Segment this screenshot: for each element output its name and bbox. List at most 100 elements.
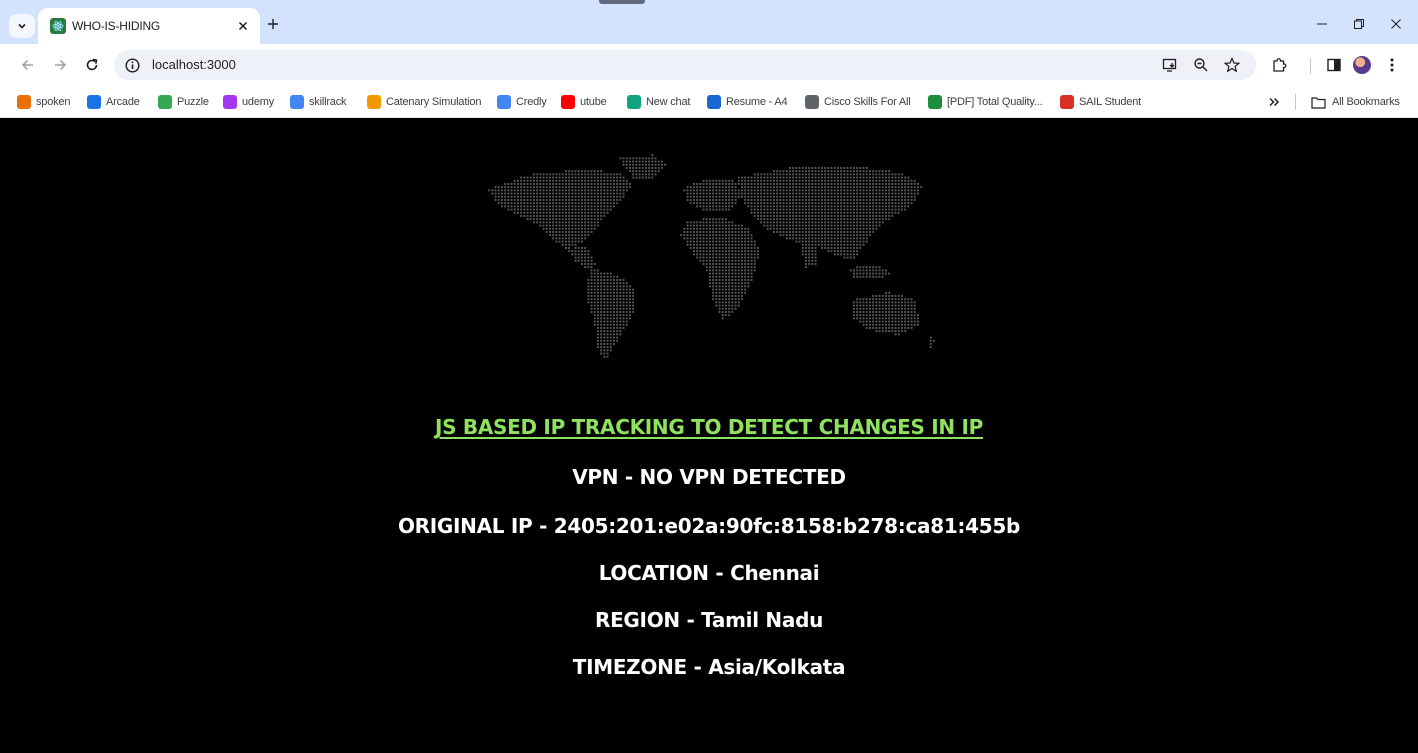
map-dot [824,243,827,246]
map-dot [757,192,759,195]
map-dot [760,205,763,208]
map-dot [542,218,545,221]
bookmark-cisco-skills-for-all[interactable]: Cisco Skills For All [805,93,911,111]
map-dot [651,157,654,160]
map-dot [613,192,615,195]
map-dot [609,179,612,182]
map-dot [763,224,766,227]
back-button[interactable] [16,53,40,77]
new-tab-button[interactable] [263,14,283,34]
map-dot [757,183,759,185]
map-dot [565,202,567,205]
map-dot [875,275,878,278]
close-icon [238,21,248,31]
map-dot [856,221,859,224]
map-dot [555,195,558,198]
map-dot [728,247,731,249]
map-dot [709,263,711,265]
map-dot [715,183,718,185]
map-dot [702,189,705,192]
tab-close-button[interactable] [234,17,252,35]
profile-button[interactable] [1350,53,1374,77]
map-dot [757,205,759,208]
address-bar[interactable]: localhost:3000 [114,50,1256,80]
side-panel-button[interactable] [1322,53,1346,77]
map-dot [715,237,718,240]
bookmark-sail-student[interactable]: SAIL Student [1060,93,1141,111]
bookmark-new-chat[interactable]: New chat [627,93,690,111]
map-dot [910,192,913,195]
map-dot [773,192,775,195]
bookmark-star-icon[interactable] [1221,54,1243,76]
bookmark-resume-a4[interactable]: Resume - A4 [707,93,788,111]
map-dot [814,237,817,240]
map-dot [885,269,887,272]
url-text[interactable]: localhost:3000 [152,57,236,72]
map-dot [689,186,692,189]
map-dot [811,237,814,240]
map-dot [709,224,711,227]
map-dot [686,243,689,246]
map-dot [827,237,830,240]
map-dot [645,163,647,166]
restore-button[interactable] [1345,12,1373,36]
map-dot [817,234,820,237]
site-info-icon[interactable] [124,57,140,73]
map-dot [686,186,689,189]
bookmark-pdf-total-quality[interactable]: [PDF] Total Quality... [928,93,1043,111]
window-close-button[interactable] [1382,12,1410,36]
map-dot [702,199,705,201]
map-dot [904,298,907,301]
all-bookmarks-button[interactable]: All Bookmarks [1311,93,1400,111]
window-drag-handle[interactable] [599,0,645,4]
bookmark-utube[interactable]: utube [561,93,607,111]
menu-button[interactable] [1380,53,1404,77]
bookmark-skillrack[interactable]: skillrack [290,93,347,111]
map-dot [545,205,548,208]
map-dot [725,189,727,192]
map-dot [798,202,801,205]
extensions-button[interactable] [1267,53,1291,77]
bookmark-puzzle[interactable]: Puzzle [158,93,209,111]
bookmark-udemy[interactable]: udemy [223,93,274,111]
map-dot [709,186,711,189]
map-dot [606,301,609,304]
map-dot [776,189,779,192]
map-dot [565,215,567,217]
map-dot [849,183,852,185]
map-dot [747,247,750,249]
install-app-icon[interactable] [1159,54,1181,76]
map-dot [683,237,686,240]
minimize-button[interactable] [1308,12,1336,36]
map-dot [891,199,894,201]
map-dot [718,279,721,281]
bookmark-catenary-simulation[interactable]: Catenary Simulation [367,93,481,111]
map-dot [712,186,715,189]
map-dot [859,320,862,323]
tab-who-is-hiding[interactable]: WHO-IS-HIDING [38,8,260,44]
bookmark-arcade[interactable]: Arcade [87,93,140,111]
map-dot [597,221,599,224]
tab-search-button[interactable] [9,14,35,38]
forward-button[interactable] [48,53,72,77]
bookmark-spoken[interactable]: spoken [17,93,70,111]
map-dot [593,202,596,205]
map-dot [542,195,545,198]
map-dot [753,266,756,269]
zoom-icon[interactable] [1190,54,1212,76]
map-dot [792,167,795,169]
map-dot [686,199,689,201]
map-dot [686,231,689,233]
map-dot [699,202,702,205]
more-bookmarks-button[interactable] [1268,93,1280,111]
map-dot [577,247,580,249]
map-dot [856,247,859,249]
map-dot [577,179,580,182]
reload-button[interactable] [80,53,104,77]
bookmark-credly[interactable]: Credly [497,93,547,111]
map-dot [878,298,881,301]
map-dot [721,224,724,227]
map-dot [600,170,603,173]
map-dot [545,183,548,185]
map-dot [808,179,811,182]
